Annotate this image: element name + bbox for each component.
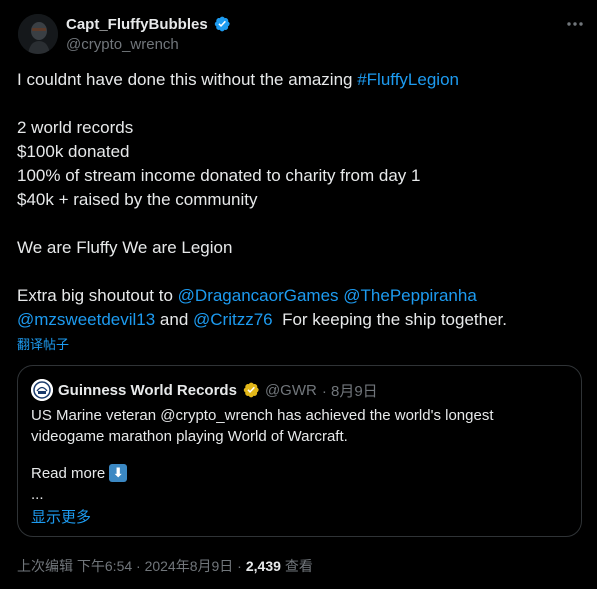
tweet-line: I couldnt have done this without the ama… (17, 68, 587, 92)
author-name-row: Capt_FluffyBubbles (66, 15, 231, 33)
tweet-line: 100% of stream income donated to charity… (17, 166, 421, 185)
tweet-text-segment: and (155, 310, 194, 329)
tweet-text-segment: For keeping the ship together. (272, 310, 507, 329)
quote-ellipsis: ... (31, 486, 44, 503)
guinness-logo-icon (31, 379, 53, 401)
tweet-line: $40k + raised by the community (17, 190, 258, 209)
tweet-line: 2 world records (17, 118, 134, 137)
read-more-row: Read more ⬇ (31, 464, 128, 482)
mention-link[interactable]: @ThePeppiranha (343, 286, 477, 305)
quote-handle: @GWR (264, 381, 317, 399)
quote-date: · 8月9日 (321, 382, 378, 400)
translate-post-link[interactable]: 翻译帖子 (17, 334, 69, 353)
read-more-text: Read more (31, 464, 106, 482)
author-avatar[interactable] (18, 14, 58, 54)
tweet-line: Extra big shoutout to @DragancaorGames @… (17, 284, 587, 308)
verified-badge-icon[interactable] (213, 15, 231, 33)
hashtag-link[interactable]: #FluffyLegion (357, 70, 459, 89)
quote-avatar[interactable] (31, 379, 53, 401)
quote-display-name: Guinness World Records (58, 381, 237, 399)
quote-text: US Marine veteran @crypto_wrench has ach… (31, 405, 571, 447)
views-count: 2,439 (245, 558, 281, 574)
tweet-line: $100k donated (17, 142, 130, 161)
tweet-footer: 上次编辑 下午6:54 · 2024年8月9日 · 2,439 查看 (17, 556, 313, 576)
edited-timestamp[interactable]: 上次编辑 下午6:54 · 2024年8月9日 · (17, 556, 242, 576)
down-arrow-emoji-icon: ⬇ (109, 464, 128, 482)
tweet-line: @mzsweetdevil13 and @Critzz76 For keepin… (17, 308, 587, 332)
mention-link[interactable]: @mzsweetdevil13 (17, 310, 155, 329)
verified-gold-badge-icon[interactable] (242, 381, 260, 399)
views-label: 查看 (284, 558, 313, 574)
author-handle[interactable]: @crypto_wrench (66, 36, 179, 53)
tweet-text-segment: Extra big shoutout to (17, 286, 178, 305)
mention-link[interactable]: @DragancaorGames (178, 286, 339, 305)
mention-link[interactable]: @Critzz76 (193, 310, 273, 329)
quote-header: Guinness World Records @GWR · 8月9日 (31, 379, 378, 401)
tweet-line: We are Fluffy We are Legion (17, 238, 233, 257)
quote-line: videogame marathon playing World of Warc… (31, 428, 348, 445)
avatar-image (18, 14, 58, 54)
more-dots (567, 22, 583, 26)
show-more-link[interactable]: 显示更多 (31, 506, 91, 527)
author-display-name[interactable]: Capt_FluffyBubbles (66, 16, 208, 33)
tweet-text: I couldnt have done this without the ama… (17, 68, 587, 332)
more-horizontal-icon[interactable] (565, 14, 585, 34)
tweet-text-segment: I couldnt have done this without the ama… (17, 70, 358, 89)
quote-line: US Marine veteran @crypto_wrench has ach… (31, 407, 494, 424)
tweet-card: Capt_FluffyBubbles @crypto_wrench I coul… (0, 0, 597, 589)
quoted-tweet[interactable]: Guinness World Records @GWR · 8月9日 US Ma… (17, 365, 582, 537)
